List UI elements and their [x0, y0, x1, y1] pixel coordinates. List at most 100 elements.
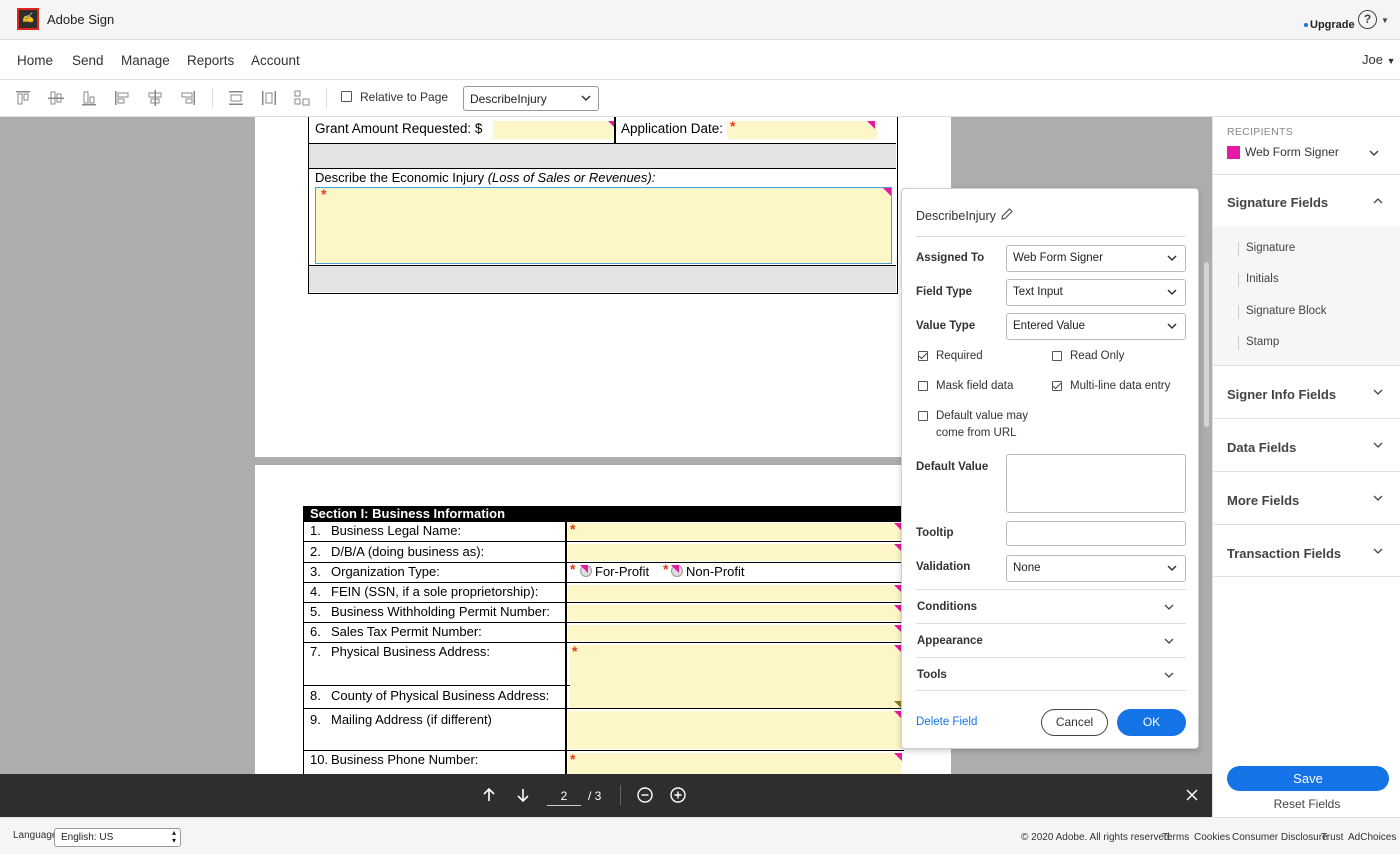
row-label: FEIN (SSN, if a sole proprietorship):	[331, 584, 539, 599]
match-size-icon[interactable]	[294, 90, 310, 106]
close-icon[interactable]	[1186, 789, 1198, 801]
fields-sidebar: RECIPIENTS Web Form Signer Signature Fie…	[1212, 117, 1400, 817]
reset-fields-link[interactable]: Reset Fields	[1213, 797, 1400, 811]
align-top-icon[interactable]	[15, 90, 31, 106]
zoom-in-icon[interactable]	[670, 787, 686, 803]
business-phone-field[interactable]	[568, 753, 902, 774]
zoom-out-icon[interactable]	[637, 787, 653, 803]
help-caret-icon[interactable]: ▼	[1381, 16, 1389, 25]
appearance-accordion[interactable]: Appearance	[916, 623, 1186, 657]
field-name-select[interactable]: DescribeInjury	[463, 86, 599, 111]
footer-link-consumer-disclosure[interactable]: Consumer Disclosure	[1232, 832, 1328, 843]
nav-account[interactable]: Account	[251, 53, 300, 68]
field-type-select[interactable]: Text Input	[1006, 279, 1186, 306]
help-icon[interactable]: ?	[1358, 10, 1377, 29]
row-number: 7.	[310, 644, 321, 659]
data-fields-section[interactable]: Data Fields	[1213, 418, 1400, 471]
app-title: Adobe Sign	[47, 12, 115, 27]
mailing-address-field[interactable]	[568, 711, 902, 749]
sales-tax-permit-field[interactable]	[568, 625, 902, 641]
nav-send[interactable]: Send	[72, 53, 104, 68]
business-legal-name-field[interactable]	[568, 523, 902, 540]
language-select[interactable]: English: US ▴ ▾	[54, 828, 181, 847]
multi-line-checkbox[interactable]	[1052, 381, 1062, 391]
multi-line-label: Multi-line data entry	[1070, 380, 1171, 392]
top-bar: ✍ Adobe Sign Upgrade ? ▼	[0, 0, 1400, 40]
recipient-select[interactable]: Web Form Signer	[1245, 145, 1339, 159]
nav-home[interactable]: Home	[17, 53, 53, 68]
chevron-down-icon	[1167, 323, 1177, 330]
relative-to-page-checkbox[interactable]	[341, 91, 352, 102]
user-name: Joe	[1362, 52, 1383, 67]
more-fields-section[interactable]: More Fields	[1213, 471, 1400, 524]
row-label: Sales Tax Permit Number:	[331, 624, 482, 639]
default-from-url-label-line2: come from URL	[936, 427, 1017, 439]
footer-link-terms[interactable]: Terms	[1162, 832, 1189, 843]
value-type-select[interactable]: Entered Value	[1006, 313, 1186, 340]
save-button[interactable]: Save	[1227, 766, 1389, 791]
stamp-field-item[interactable]: Stamp	[1246, 336, 1279, 348]
application-date-field[interactable]	[727, 121, 877, 139]
chevron-up-icon	[1373, 198, 1383, 204]
required-marker: *	[570, 521, 576, 537]
row-label: County of Physical Business Address:	[331, 688, 550, 703]
footer-link-cookies[interactable]: Cookies	[1194, 832, 1230, 843]
row-label: Organization Type:	[331, 564, 440, 579]
popup-scrollbar[interactable]	[1204, 262, 1209, 427]
validation-select[interactable]: None	[1006, 555, 1186, 582]
signature-fields-section[interactable]: Signature Fields	[1213, 174, 1400, 226]
mask-field-data-checkbox[interactable]	[918, 381, 928, 391]
copyright-text: © 2020 Adobe. All rights reserved.	[1021, 832, 1173, 843]
assigned-to-select[interactable]: Web Form Signer	[1006, 245, 1186, 272]
default-from-url-checkbox[interactable]	[918, 411, 928, 421]
signature-block-field-item[interactable]: Signature Block	[1246, 305, 1327, 317]
upgrade-link[interactable]: Upgrade	[1304, 19, 1355, 31]
align-bottom-icon[interactable]	[81, 90, 97, 106]
ok-button[interactable]: OK	[1117, 709, 1186, 736]
read-only-checkbox[interactable]	[1052, 351, 1062, 361]
row-number: 8.	[310, 688, 321, 703]
describe-injury-field[interactable]	[315, 187, 892, 264]
nav-manage[interactable]: Manage	[121, 53, 170, 68]
distribute-vertical-icon[interactable]	[228, 90, 244, 106]
default-value-textarea[interactable]	[1006, 454, 1186, 513]
align-left-icon[interactable]	[114, 90, 130, 106]
row-number: 3.	[310, 564, 321, 579]
page-number-input[interactable]: 2	[547, 787, 581, 806]
signer-info-fields-section[interactable]: Signer Info Fields	[1213, 365, 1400, 418]
table-row: 8. County of Physical Business Address:	[304, 686, 904, 709]
distribute-horizontal-icon[interactable]	[261, 90, 277, 106]
upgrade-label: Upgrade	[1310, 19, 1355, 31]
transaction-fields-section[interactable]: Transaction Fields	[1213, 524, 1400, 577]
align-right-icon[interactable]	[180, 90, 196, 106]
align-middle-icon[interactable]	[48, 90, 64, 106]
chevron-down-icon	[1373, 548, 1383, 554]
arrow-up-icon[interactable]	[481, 787, 497, 803]
row-label: Business Withholding Permit Number:	[331, 604, 550, 619]
footer-link-adchoices[interactable]: AdChoices	[1348, 832, 1396, 843]
user-menu[interactable]: Joe ▼	[1362, 52, 1396, 67]
assigned-to-label: Assigned To	[916, 252, 985, 264]
value-type-value: Entered Value	[1013, 320, 1086, 332]
dba-field[interactable]	[568, 544, 902, 561]
required-checkbox[interactable]	[918, 351, 928, 361]
tooltip-input[interactable]	[1006, 521, 1186, 546]
application-date-label: Application Date:	[621, 121, 724, 136]
arrow-down-icon[interactable]	[515, 787, 531, 803]
fein-field[interactable]	[568, 585, 902, 601]
tools-accordion[interactable]: Tools	[916, 657, 1186, 691]
nav-reports[interactable]: Reports	[187, 53, 234, 68]
signature-field-item[interactable]: Signature	[1246, 242, 1295, 254]
edit-pencil-icon[interactable]	[1000, 207, 1014, 221]
chevron-down-icon[interactable]	[1369, 148, 1379, 158]
delete-field-link[interactable]: Delete Field	[916, 716, 977, 728]
initials-field-item[interactable]: Initials	[1246, 273, 1279, 285]
footer-link-trust[interactable]: Trust	[1321, 832, 1343, 843]
row-label: Business Legal Name:	[331, 523, 462, 538]
grant-amount-field[interactable]	[493, 121, 615, 139]
align-center-icon[interactable]	[147, 90, 163, 106]
withholding-permit-field[interactable]	[568, 605, 902, 621]
cancel-button[interactable]: Cancel	[1041, 709, 1108, 736]
chevron-down-icon	[1164, 638, 1174, 644]
conditions-accordion[interactable]: Conditions	[916, 589, 1186, 623]
